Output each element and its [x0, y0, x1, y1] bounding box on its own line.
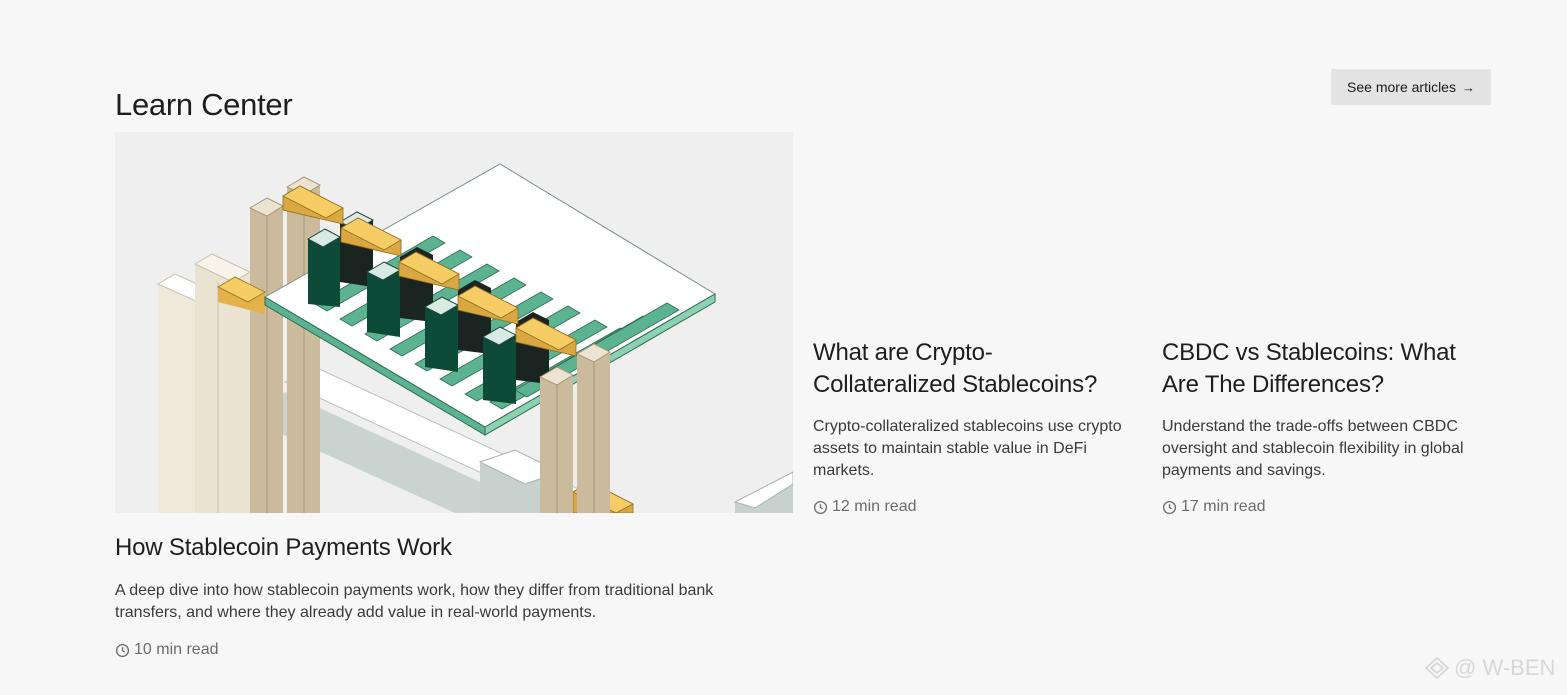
featured-article-title[interactable]: How Stablecoin Payments Work [115, 532, 452, 564]
featured-article-description: A deep dive into how stablecoin payments… [115, 582, 714, 621]
read-time-label: 17 min read [1181, 498, 1266, 515]
article-read-time: 12 min read [813, 498, 917, 516]
article-description: Understand the trade-offs between CBDC o… [1162, 418, 1464, 479]
see-more-label: See more articles [1347, 79, 1456, 95]
featured-read-time: 10 min read [115, 641, 219, 659]
article-title[interactable]: What are Crypto-Collateralized Stablecoi… [813, 337, 1133, 401]
featured-article-image[interactable] [115, 132, 793, 513]
see-more-articles-button[interactable]: See more articles → [1331, 69, 1491, 105]
clock-icon [115, 643, 130, 657]
watermark: @ W-BEN [1424, 655, 1555, 681]
read-time-label: 12 min read [832, 498, 917, 515]
clock-icon [1162, 500, 1177, 514]
article-title[interactable]: CBDC vs Stablecoins: What Are The Differ… [1162, 337, 1482, 401]
diamond-logo-icon [1424, 657, 1450, 679]
article-description: Crypto-collateralized stablecoins use cr… [813, 418, 1122, 479]
article-read-time: 17 min read [1162, 498, 1266, 516]
read-time-label: 10 min read [134, 641, 219, 658]
page-title: Learn Center [115, 86, 293, 122]
clock-icon [813, 500, 828, 514]
watermark-text: @ W-BEN [1454, 655, 1556, 680]
arrow-right-icon: → [1461, 79, 1475, 95]
